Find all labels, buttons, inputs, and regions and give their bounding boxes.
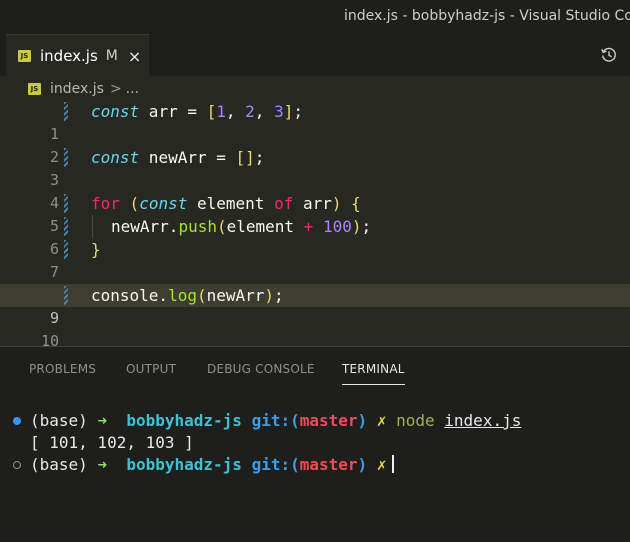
window-title: index.js - bobbyhadz-js - Visual Studio … <box>344 8 630 24</box>
git-change-marker[interactable] <box>64 148 68 167</box>
terminal-line: (base) ➜ bobbyhadz-js git:(master) ✗ nod… <box>0 410 630 432</box>
git-change-marker[interactable] <box>64 102 68 121</box>
command-success-icon[interactable] <box>13 417 21 425</box>
tab-terminal[interactable]: TERMINAL <box>342 362 405 385</box>
js-file-icon: JS <box>28 83 41 95</box>
code-editor[interactable]: JS index.js > ... 1 const arr = [1, 2, 3… <box>0 76 630 350</box>
js-file-icon: JS <box>18 50 31 62</box>
git-change-marker[interactable] <box>64 217 68 236</box>
title-bar: index.js - bobbyhadz-js - Visual Studio … <box>0 0 630 34</box>
breadcrumb-more[interactable]: ... <box>126 81 139 97</box>
tab-debug-console[interactable]: DEBUG CONSOLE <box>207 362 315 376</box>
panel-tabs: PROBLEMS OUTPUT DEBUG CONSOLE TERMINAL <box>0 347 630 391</box>
tab-output[interactable]: OUTPUT <box>126 362 176 376</box>
tab-label: index.js <box>40 47 98 65</box>
code-line[interactable]: 6 newArr.push(element + 100); <box>0 215 630 258</box>
command-pending-icon[interactable] <box>13 461 21 469</box>
arrow-icon: ➜ <box>97 455 108 474</box>
code-text: } <box>91 240 101 259</box>
modified-indicator: M <box>105 48 118 64</box>
terminal-output: [ 101, 102, 103 ] <box>30 433 194 452</box>
code-line[interactable]: 8 <box>0 261 630 304</box>
code-text: for (const element of arr) { <box>91 194 361 213</box>
code-text: newArr.push(element + 100); <box>111 217 372 236</box>
breadcrumb: JS index.js > ... <box>0 76 630 102</box>
git-change-marker[interactable] <box>64 240 68 259</box>
terminal-link[interactable]: index.js <box>444 411 521 430</box>
breadcrumb-file[interactable]: index.js <box>50 81 104 97</box>
code-text: const arr = [1, 2, 3]; <box>91 102 303 121</box>
indent-guide <box>92 215 93 238</box>
editor-tab-bar: JS index.js M × <box>0 34 630 77</box>
tab-problems[interactable]: PROBLEMS <box>29 362 96 376</box>
code-text: const newArr = []; <box>91 148 265 167</box>
tab-index-js[interactable]: JS index.js M × <box>6 34 149 77</box>
code-line[interactable]: 1 const arr = [1, 2, 3]; <box>0 100 630 143</box>
terminal-line[interactable]: (base) ➜ bobbyhadz-js git:(master) ✗ <box>0 454 630 476</box>
arrow-icon: ➜ <box>97 411 108 430</box>
text-cursor <box>392 455 395 473</box>
code-line[interactable]: 3 const newArr = []; <box>0 146 630 189</box>
code-lines[interactable]: 1 const arr = [1, 2, 3]; 2 3 const newAr… <box>0 100 630 350</box>
code-line[interactable]: 7 } <box>0 238 630 281</box>
code-line[interactable]: 2 <box>0 123 630 166</box>
close-icon[interactable]: × <box>128 47 141 66</box>
code-text: console.log(newArr); <box>91 286 284 305</box>
terminal[interactable]: (base) ➜ bobbyhadz-js git:(master) ✗ nod… <box>0 410 630 476</box>
chevron-right-icon: > <box>109 81 122 97</box>
code-line[interactable]: 5 for (const element of arr) { <box>0 192 630 235</box>
code-line[interactable]: 10 <box>0 307 630 350</box>
git-change-marker[interactable] <box>64 194 68 213</box>
bottom-panel: PROBLEMS OUTPUT DEBUG CONSOLE TERMINAL (… <box>0 346 630 497</box>
history-icon[interactable] <box>600 46 618 68</box>
code-line-active[interactable]: 9 console.log(newArr); <box>0 284 630 327</box>
git-change-marker[interactable] <box>64 286 68 305</box>
code-line[interactable]: 4 <box>0 169 630 212</box>
